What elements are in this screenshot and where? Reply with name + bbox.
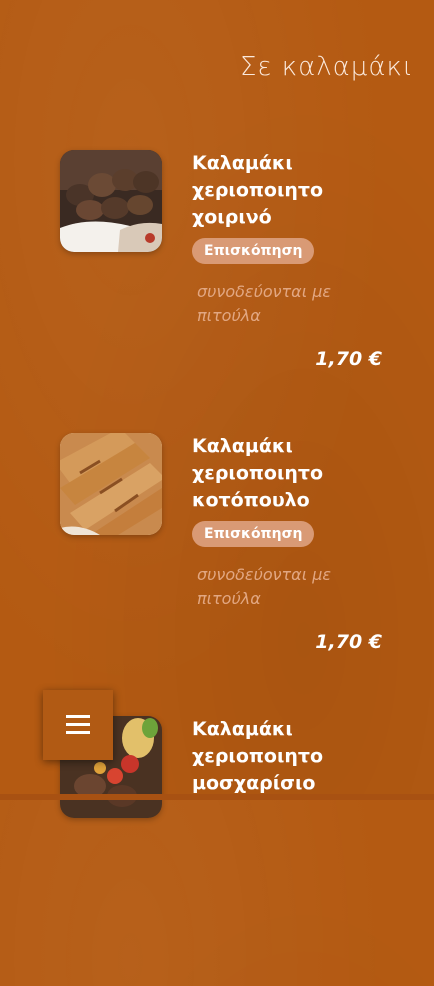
item-name-line: κοτόπουλο [192, 489, 310, 511]
item-name[interactable]: Καλαμάκι χεριοποιητο χοιρινό [192, 150, 422, 231]
page-title: Σε καλαμάκι [239, 52, 414, 82]
overview-button[interactable]: Επισκόπηση [192, 238, 315, 264]
pork-skewer-image[interactable] [60, 150, 162, 252]
item-description: συνοδεύονται με πιτούλα [197, 563, 397, 611]
item-price: 1,70 € [315, 348, 382, 370]
description-line: πιτούλα [197, 306, 261, 325]
chicken-skewer-image[interactable] [60, 433, 162, 535]
item-description: συνοδεύονται με πιτούλα [197, 280, 397, 328]
bottom-edge [0, 794, 434, 800]
hamburger-menu-icon [66, 715, 90, 735]
menu-item-pork[interactable]: Καλαμάκι χεριοποιητο χοιρινό Επισκόπηση … [0, 150, 434, 420]
description-line: συνοδεύονται με [197, 282, 332, 301]
item-name-line: χεριοποιητο [192, 179, 324, 201]
item-name-line: χεριοποιητο [192, 462, 324, 484]
item-name-line: Καλαμάκι [192, 435, 293, 457]
description-line: συνοδεύονται με [197, 565, 332, 584]
item-name[interactable]: Καλαμάκι χεριοποιητο κοτόπουλο [192, 433, 422, 514]
item-price: 1,70 € [315, 631, 382, 653]
overview-button[interactable]: Επισκόπηση [192, 521, 315, 547]
description-line: πιτούλα [197, 589, 261, 608]
item-name-line: χοιρινό [192, 206, 272, 228]
item-name[interactable]: Καλαμάκι χεριοποιητο μοσχαρίσιο [192, 716, 422, 797]
item-name-line: Καλαμάκι [192, 152, 293, 174]
menu-item-chicken[interactable]: Καλαμάκι χεριοποιητο κοτόπουλο Επισκόπησ… [0, 433, 434, 703]
item-name-line: μοσχαρίσιο [192, 772, 316, 794]
item-name-line: χεριοποιητο [192, 745, 324, 767]
item-name-line: Καλαμάκι [192, 718, 293, 740]
hamburger-menu-button[interactable] [43, 690, 113, 760]
